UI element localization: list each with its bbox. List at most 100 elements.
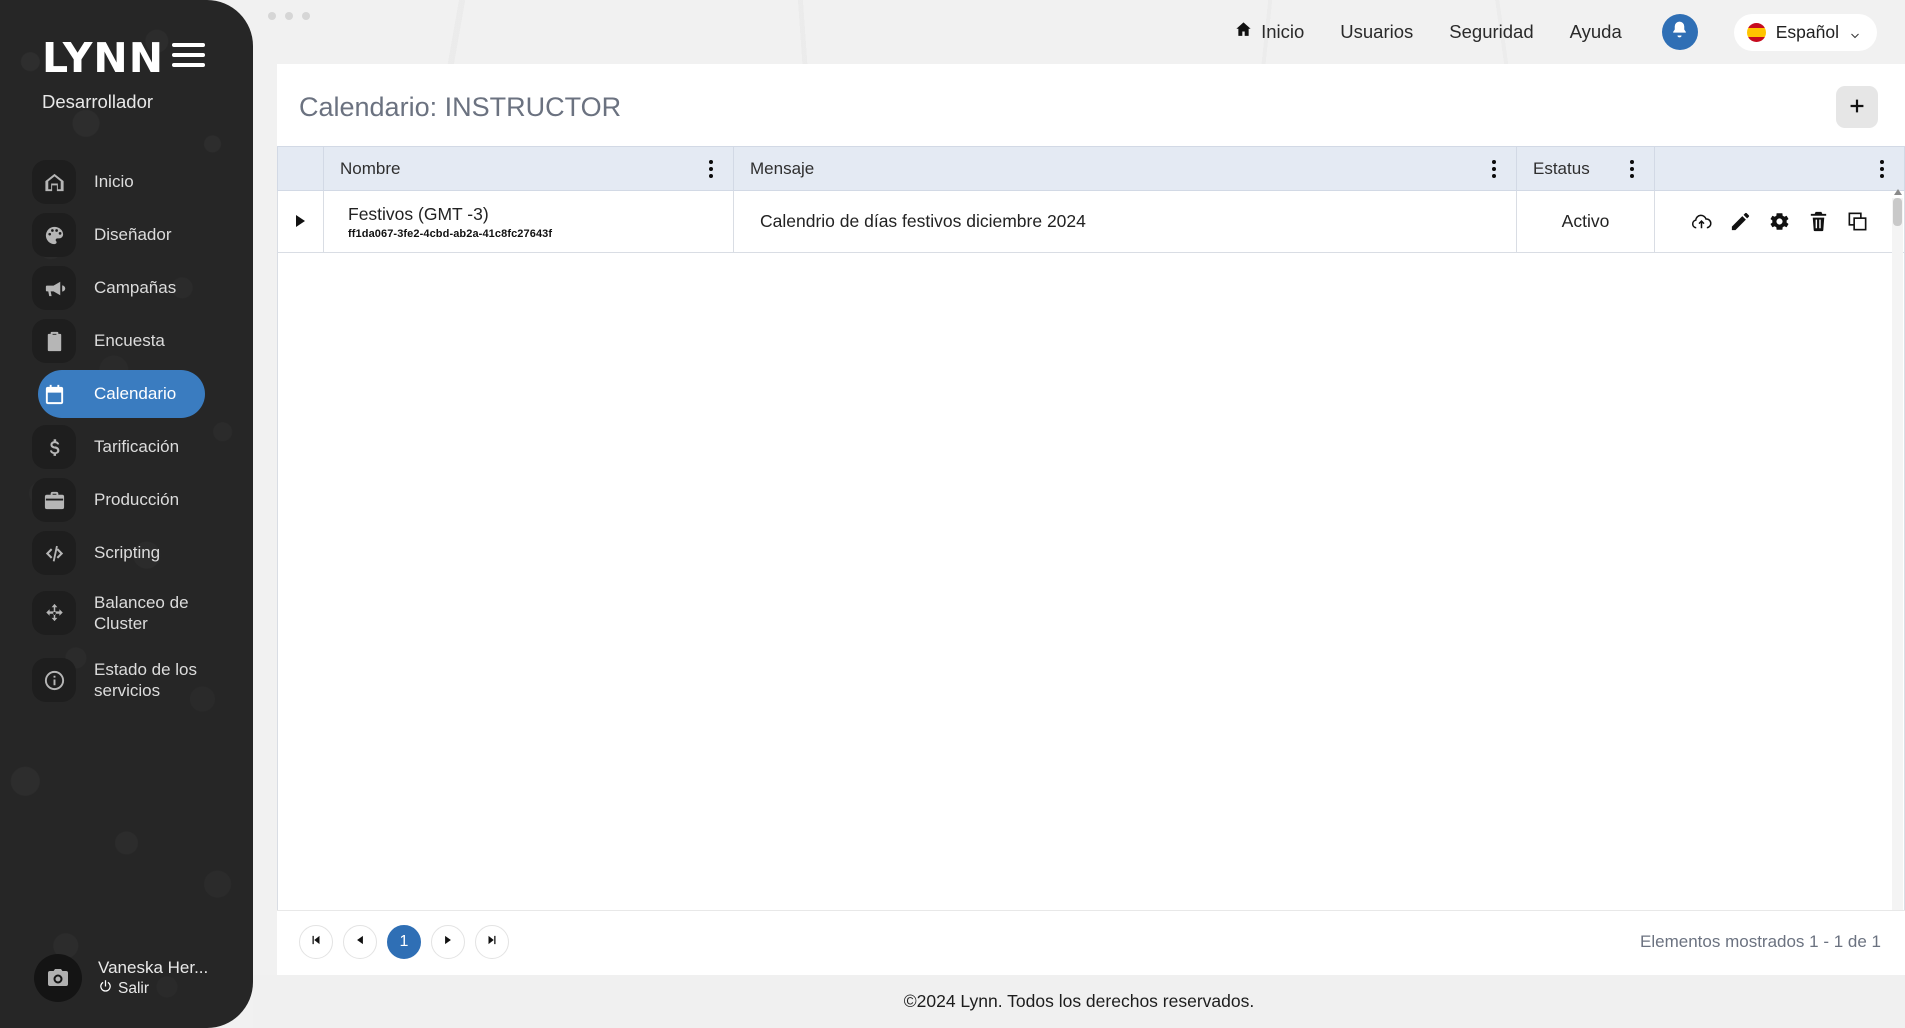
sidebar-item-label: Producción xyxy=(94,490,180,510)
column-header-nombre[interactable]: Nombre xyxy=(323,146,734,191)
column-menu-icon[interactable] xyxy=(1626,156,1638,182)
table-empty-area xyxy=(277,253,1905,910)
home-icon xyxy=(1234,20,1253,44)
next-page-icon xyxy=(441,933,455,952)
table-body: Festivos (GMT -3) ff1da067-3fe2-4cbd-ab2… xyxy=(277,190,1905,253)
column-header-mensaje[interactable]: Mensaje xyxy=(733,146,1517,191)
hamburger-icon[interactable] xyxy=(172,43,205,67)
sidebar-item-estado-de-los-servicios[interactable]: Estado de los servicios xyxy=(32,649,243,711)
topnav-link-label: Inicio xyxy=(1261,21,1305,42)
page-title: Calendario: INSTRUCTOR xyxy=(299,91,622,122)
sidebar-item-label: Scripting xyxy=(94,543,161,563)
sidebar-item-label: Tarificación xyxy=(94,437,180,457)
sidebar-item-encuesta[interactable]: Encuesta xyxy=(32,317,243,365)
code-icon xyxy=(32,531,76,575)
calendar-table: Nombre Mensaje Estatus Festivos (GMT -3)… xyxy=(277,146,1905,253)
briefcase-icon xyxy=(32,478,76,522)
sidebar-item-label: Estado de los servicios xyxy=(94,659,198,700)
scrollbar-thumb[interactable] xyxy=(1893,198,1902,226)
column-header-acciones[interactable] xyxy=(1654,146,1905,191)
logout-label: Salir xyxy=(118,980,150,998)
sidebar-user-box[interactable]: Vaneska Her... Salir xyxy=(0,954,208,1002)
pagination-info: Elementos mostrados 1 - 1 de 1 xyxy=(1640,932,1881,951)
topnav-link-ayuda[interactable]: Ayuda xyxy=(1570,21,1622,43)
topnav-link-seguridad[interactable]: Seguridad xyxy=(1449,21,1533,43)
topnav-link-label: Usuarios xyxy=(1340,21,1414,42)
column-header-expander xyxy=(277,146,324,191)
topnav-link-label: Seguridad xyxy=(1449,21,1534,42)
notifications-button[interactable] xyxy=(1661,14,1698,50)
arrows-move-icon xyxy=(32,591,76,635)
row-expander[interactable] xyxy=(277,190,324,253)
sidebar-item-produccion[interactable]: Producción xyxy=(32,476,243,524)
sidebar-item-tarificacion[interactable]: Tarificación xyxy=(32,423,243,471)
language-selector[interactable]: Español xyxy=(1733,13,1877,51)
column-menu-icon[interactable] xyxy=(705,156,717,182)
table-row[interactable]: Festivos (GMT -3) ff1da067-3fe2-4cbd-ab2… xyxy=(277,190,1905,253)
page-footer: ©2024 Lynn. Todos los derechos reservado… xyxy=(253,975,1905,1028)
sidebar-item-calendario[interactable]: Calendario xyxy=(38,370,205,418)
cell-nombre: Festivos (GMT -3) ff1da067-3fe2-4cbd-ab2… xyxy=(323,190,734,253)
top-navigation: Inicio Usuarios Seguridad Ayuda Español xyxy=(253,0,1905,64)
cloud-upload-icon[interactable] xyxy=(1690,210,1713,233)
last-page-button[interactable] xyxy=(475,925,509,959)
sidebar-item-label: Campañas xyxy=(94,278,177,298)
plus-icon xyxy=(1846,95,1868,120)
data-table-wrapper: Nombre Mensaje Estatus Festivos (GMT -3)… xyxy=(277,146,1905,910)
cell-estatus: Activo xyxy=(1516,190,1655,253)
column-menu-icon[interactable] xyxy=(1488,156,1500,182)
sidebar-item-balanceo-de-cluster[interactable]: Balanceo de Cluster xyxy=(32,582,243,644)
row-name: Festivos (GMT -3) xyxy=(348,203,489,224)
edit-pencil-icon[interactable] xyxy=(1729,210,1752,233)
copyright-text: ©2024 Lynn. Todos los derechos reservado… xyxy=(903,991,1255,1011)
sidebar-item-label: Encuesta xyxy=(94,331,165,351)
table-header-row: Nombre Mensaje Estatus xyxy=(277,146,1905,191)
copy-duplicate-icon[interactable] xyxy=(1846,210,1869,233)
table-header: Nombre Mensaje Estatus xyxy=(277,146,1905,191)
content-card: Calendario: INSTRUCTOR Nombre Mensaje Es… xyxy=(277,64,1905,975)
sidebar-item-label: Calendario xyxy=(94,384,177,404)
sidebar-item-label: Balanceo de Cluster xyxy=(94,592,189,633)
sidebar: LYNN Desarrollador Inicio Diseñador Camp… xyxy=(0,0,253,1028)
row-uuid: ff1da067-3fe2-4cbd-ab2a-41c8fc27643f xyxy=(348,227,553,240)
first-page-button[interactable] xyxy=(299,925,333,959)
prev-page-button[interactable] xyxy=(343,925,377,959)
cell-acciones xyxy=(1654,190,1905,253)
table-scrollbar[interactable] xyxy=(1892,189,1903,910)
sidebar-nav: Inicio Diseñador Campañas Encuesta Calen… xyxy=(0,158,253,711)
app-root: LYNN Desarrollador Inicio Diseñador Camp… xyxy=(0,0,1905,1028)
expand-triangle-icon[interactable] xyxy=(296,215,305,227)
column-header-label: Mensaje xyxy=(750,158,815,178)
camera-icon xyxy=(34,954,82,1002)
column-header-estatus[interactable]: Estatus xyxy=(1516,146,1655,191)
language-label: Español xyxy=(1775,21,1839,42)
topnav-link-inicio[interactable]: Inicio xyxy=(1234,20,1304,44)
scroll-up-icon[interactable] xyxy=(1893,189,1902,195)
bell-icon xyxy=(1670,20,1689,44)
user-name: Vaneska Her... xyxy=(98,957,209,977)
logout-button[interactable]: Salir xyxy=(98,979,208,999)
sidebar-item-label: Inicio xyxy=(94,172,134,192)
add-button[interactable] xyxy=(1836,86,1878,128)
pagination-controls: 1 xyxy=(299,925,509,959)
column-header-label: Estatus xyxy=(1533,158,1590,178)
topnav-link-usuarios[interactable]: Usuarios xyxy=(1340,21,1413,43)
sidebar-item-inicio[interactable]: Inicio xyxy=(32,158,243,206)
sidebar-item-scripting[interactable]: Scripting xyxy=(32,529,243,577)
info-circle-icon xyxy=(32,658,76,702)
sidebar-item-disenador[interactable]: Diseñador xyxy=(32,211,243,259)
app-logo: LYNN xyxy=(42,34,165,82)
calendar-icon xyxy=(32,372,76,416)
megaphone-icon xyxy=(32,266,76,310)
next-page-button[interactable] xyxy=(431,925,465,959)
cell-mensaje: Calendrio de días festivos diciembre 202… xyxy=(733,190,1517,253)
delete-trash-icon[interactable] xyxy=(1807,210,1830,233)
window-dots xyxy=(268,12,310,20)
page-1-button[interactable]: 1 xyxy=(387,925,421,959)
sidebar-item-campanas[interactable]: Campañas xyxy=(32,264,243,312)
chevron-down-icon xyxy=(1849,26,1861,39)
first-page-icon xyxy=(309,933,323,952)
last-page-icon xyxy=(485,933,499,952)
column-menu-icon[interactable] xyxy=(1876,156,1888,182)
settings-gear-icon[interactable] xyxy=(1768,210,1791,233)
